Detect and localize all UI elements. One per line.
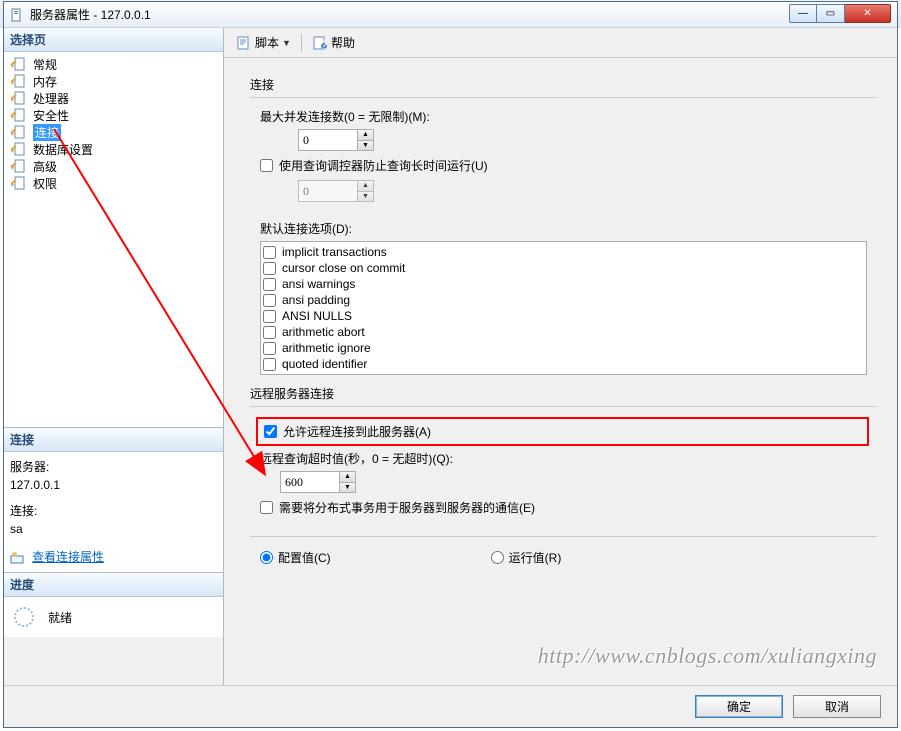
option-6[interactable]: arithmetic ignore — [263, 340, 864, 356]
query-governor-label: 使用查询调控器防止查询长时间运行(U) — [279, 157, 488, 174]
help-button[interactable]: ? 帮助 — [308, 32, 359, 53]
option-5[interactable]: arithmetic abort — [263, 324, 864, 340]
view-connection-properties-link[interactable]: 查看连接属性 — [32, 550, 104, 564]
query-governor-checkbox[interactable] — [260, 159, 273, 172]
allow-remote-label: 允许远程连接到此服务器(A) — [283, 423, 431, 440]
script-button[interactable]: 脚本 ▼ — [232, 32, 295, 53]
option-0[interactable]: implicit transactions — [263, 244, 864, 260]
page-icon — [10, 125, 30, 140]
default-options-listbox[interactable]: implicit transactionscursor close on com… — [260, 241, 867, 375]
status-ready: 就绪 — [48, 609, 72, 626]
max-concurrent-label: 最大并发连接数(0 = 无限制)(M): — [260, 108, 430, 125]
spinner-icon — [14, 607, 34, 627]
spin-down-icon[interactable]: ▼ — [357, 141, 373, 151]
default-options-label: 默认连接选项(D): — [260, 220, 352, 237]
governor-input — [299, 181, 357, 201]
page-icon — [10, 142, 30, 157]
maximize-button[interactable]: ▭ — [817, 4, 845, 23]
page-icon — [10, 74, 30, 89]
sidebar-item-2[interactable]: 处理器 — [6, 90, 221, 107]
spin-up-icon[interactable]: ▲ — [357, 130, 373, 141]
cancel-button[interactable]: 取消 — [793, 695, 881, 718]
title-bar[interactable]: 服务器属性 - 127.0.0.1 — ▭ ✕ — [4, 2, 897, 28]
remote-timeout-label: 远程查询超时值(秒，0 = 无超时)(Q): — [260, 450, 453, 467]
remote-timeout-spinner[interactable]: ▲▼ — [280, 471, 356, 493]
server-icon — [10, 8, 24, 22]
allow-remote-highlight: 允许远程连接到此服务器(A) — [256, 417, 869, 446]
dialog-footer: 确定 取消 — [4, 685, 897, 727]
sidebar-item-7[interactable]: 权限 — [6, 175, 221, 192]
page-icon — [10, 159, 30, 174]
require-dtc-checkbox[interactable] — [260, 501, 273, 514]
toolbar: 脚本 ▼ ? 帮助 — [224, 28, 897, 58]
sidebar-item-6[interactable]: 高级 — [6, 158, 221, 175]
remote-timeout-input[interactable] — [281, 472, 339, 492]
page-icon — [10, 176, 30, 191]
connection-header: 连接 — [4, 428, 223, 452]
page-icon — [10, 108, 30, 123]
sidebar-item-0[interactable]: 常规 — [6, 56, 221, 73]
dialog-window: 服务器属性 - 127.0.0.1 — ▭ ✕ 选择页 常规内存处理器安全性连接… — [3, 1, 898, 728]
dropdown-arrow-icon: ▼ — [282, 38, 291, 48]
group-connections: 连接 — [250, 76, 877, 98]
max-concurrent-spinner[interactable]: ▲▼ — [298, 129, 374, 151]
content-area: 连接 最大并发连接数(0 = 无限制)(M): ▲▼ 使用查询调控器防止查询长时… — [224, 58, 897, 685]
connection-label: 连接: — [10, 502, 217, 520]
allow-remote-checkbox[interactable] — [264, 425, 277, 438]
link-icon — [10, 551, 24, 565]
sidebar-item-5[interactable]: 数据库设置 — [6, 141, 221, 158]
run-value-radio[interactable]: 运行值(R) — [491, 549, 562, 566]
page-icon — [10, 91, 30, 106]
server-value: 127.0.0.1 — [10, 476, 217, 494]
option-1[interactable]: cursor close on commit — [263, 260, 864, 276]
option-7[interactable]: quoted identifier — [263, 356, 864, 372]
page-tree[interactable]: 常规内存处理器安全性连接数据库设置高级权限 — [4, 52, 223, 427]
sidebar-item-1[interactable]: 内存 — [6, 73, 221, 90]
select-page-header: 选择页 — [4, 28, 223, 52]
sidebar-item-4[interactable]: 连接 — [6, 124, 221, 141]
script-icon — [236, 35, 252, 51]
window-title: 服务器属性 - 127.0.0.1 — [30, 6, 151, 23]
option-2[interactable]: ansi warnings — [263, 276, 864, 292]
server-label: 服务器: — [10, 458, 217, 476]
connection-value: sa — [10, 520, 217, 538]
close-button[interactable]: ✕ — [845, 4, 891, 23]
minimize-button[interactable]: — — [789, 4, 817, 23]
right-pane: 脚本 ▼ ? 帮助 连接 最大并发连接数(0 = 无限制)(M): — [224, 28, 897, 685]
help-icon: ? — [312, 35, 328, 51]
ok-button[interactable]: 确定 — [695, 695, 783, 718]
sidebar-item-3[interactable]: 安全性 — [6, 107, 221, 124]
require-dtc-label: 需要将分布式事务用于服务器到服务器的通信(E) — [279, 499, 535, 516]
progress-header: 进度 — [4, 573, 223, 597]
max-concurrent-input[interactable] — [299, 130, 357, 150]
page-icon — [10, 57, 30, 72]
governor-spinner: ▲▼ — [298, 180, 374, 202]
svg-text:?: ? — [321, 38, 328, 51]
config-value-radio[interactable]: 配置值(C) — [260, 549, 331, 566]
left-pane: 选择页 常规内存处理器安全性连接数据库设置高级权限 连接 服务器: 127.0.… — [4, 28, 224, 685]
option-4[interactable]: ANSI NULLS — [263, 308, 864, 324]
option-3[interactable]: ansi padding — [263, 292, 864, 308]
group-remote: 远程服务器连接 — [250, 385, 877, 407]
